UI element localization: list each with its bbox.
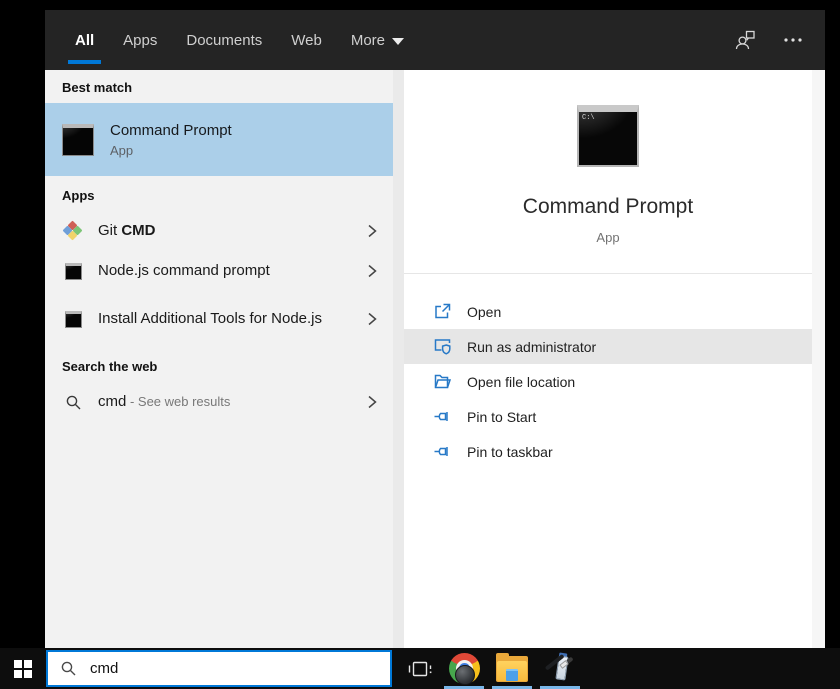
file-explorer-icon	[496, 652, 528, 682]
tab-documents-label: Documents	[186, 31, 263, 49]
chevron-right-icon[interactable]	[365, 311, 379, 327]
search-filter-tabs: All Apps Documents Web More	[67, 10, 405, 70]
preview-title: Command Prompt	[522, 195, 694, 218]
profile-badge	[454, 665, 475, 685]
result-subtitle: App	[110, 142, 134, 158]
tab-all[interactable]: All	[67, 10, 102, 70]
search-query-text: cmd	[90, 660, 119, 677]
result-title: Install Additional Tools for Node.js	[98, 310, 323, 327]
tab-all-label: All	[75, 31, 95, 49]
result-title: Node.js command prompt	[98, 262, 270, 279]
action-open[interactable]: Open	[404, 294, 812, 329]
chevron-right-icon[interactable]	[365, 223, 379, 239]
tab-more[interactable]: More	[350, 10, 405, 70]
chevron-right-icon[interactable]	[365, 394, 379, 410]
taskbar-search-input[interactable]: cmd	[46, 650, 392, 687]
tab-web[interactable]: Web	[291, 10, 322, 70]
command-prompt-icon	[64, 262, 82, 280]
admin-shield-icon	[432, 337, 452, 356]
user-feedback-icon[interactable]	[733, 28, 757, 52]
command-prompt-icon	[62, 123, 94, 156]
pin-icon	[432, 442, 452, 461]
scrollbar-track[interactable]	[812, 70, 825, 648]
result-title: Command Prompt	[110, 121, 232, 139]
result-title: Git CMD	[98, 222, 156, 239]
tab-more-label: More	[350, 31, 386, 49]
apps-section-label: Apps	[62, 188, 95, 203]
search-results-body: Best match Command Prompt App Apps Git C…	[45, 70, 825, 648]
folder-icon	[432, 372, 452, 391]
chrome-button[interactable]	[440, 648, 488, 689]
chevron-down-icon	[392, 37, 405, 45]
git-icon	[62, 220, 83, 241]
tab-apps-label: Apps	[123, 31, 158, 49]
action-list: Open Run as administrator Open file loca…	[404, 294, 812, 469]
chevron-right-icon[interactable]	[365, 263, 379, 279]
divider	[404, 273, 812, 274]
action-open-file-location[interactable]: Open file location	[404, 364, 812, 399]
file-explorer-button[interactable]	[488, 648, 536, 689]
header-actions	[733, 28, 803, 52]
start-button[interactable]	[0, 648, 46, 689]
result-title: cmd - See web results	[98, 393, 231, 410]
result-install-additional-tools[interactable]: Install Additional Tools for Node.js	[45, 291, 393, 347]
pane-divider	[393, 70, 404, 648]
result-git-cmd[interactable]: Git CMD	[45, 211, 393, 251]
web-section-label: Search the web	[62, 359, 158, 374]
result-command-prompt[interactable]: Command Prompt App	[45, 103, 393, 176]
action-pin-to-start[interactable]: Pin to Start	[404, 399, 812, 434]
ellipsis-icon[interactable]	[783, 37, 803, 43]
result-nodejs-command-prompt[interactable]: Node.js command prompt	[45, 251, 393, 291]
search-header: All Apps Documents Web More	[45, 10, 825, 70]
taskbar: cmd	[0, 648, 840, 689]
tab-apps[interactable]: Apps	[123, 10, 157, 70]
preview-pane: C:\ Command Prompt App Open Run as admin…	[404, 70, 812, 648]
search-icon	[60, 660, 77, 677]
task-view-icon	[408, 661, 432, 676]
result-web-search[interactable]: cmd - See web results	[45, 382, 393, 422]
pin-icon	[432, 407, 452, 426]
command-prompt-icon: C:\	[577, 105, 639, 167]
best-match-section-label: Best match	[62, 80, 133, 95]
results-pane: Best match Command Prompt App Apps Git C…	[45, 70, 393, 648]
action-run-as-administrator[interactable]: Run as administrator	[404, 329, 812, 364]
search-window: All Apps Documents Web More Best match C…	[45, 10, 825, 648]
task-view-button[interactable]	[400, 648, 440, 689]
search-icon	[65, 394, 82, 411]
open-icon	[432, 302, 452, 321]
desktop: { "colors": { "accent": "#0078d7", "sele…	[0, 0, 840, 689]
tab-web-label: Web	[291, 31, 322, 49]
preview-subtitle: App	[596, 230, 620, 245]
chrome-icon	[448, 653, 480, 685]
paint-button[interactable]	[536, 648, 584, 689]
paint-icon	[544, 651, 576, 685]
tab-documents[interactable]: Documents	[186, 10, 262, 70]
windows-logo-icon	[14, 659, 32, 678]
command-prompt-icon	[64, 310, 82, 328]
action-pin-to-taskbar[interactable]: Pin to taskbar	[404, 434, 812, 469]
